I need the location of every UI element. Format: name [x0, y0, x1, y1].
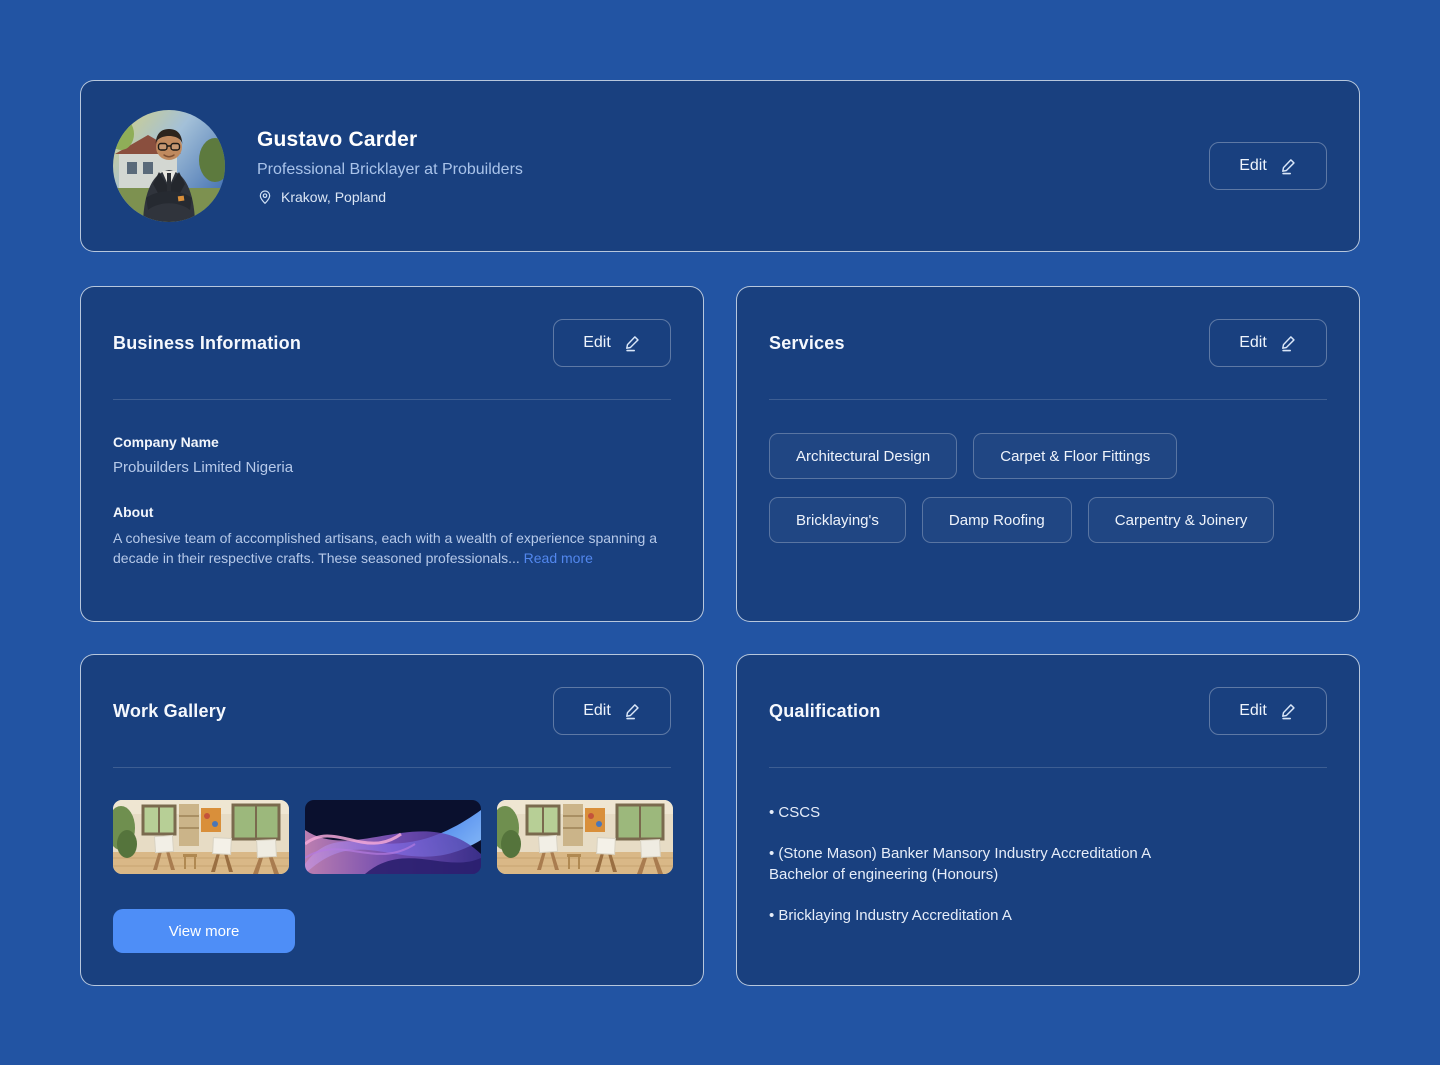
services-title: Services	[769, 332, 845, 353]
services-card: Services Edit Architectural Design Carpe…	[736, 286, 1360, 622]
profile-page: Gustavo Carder Professional Bricklayer a…	[80, 0, 1360, 986]
profile-edit-button[interactable]: Edit	[1209, 142, 1327, 190]
company-name-value: Probuilders Limited Nigeria	[113, 459, 294, 476]
service-tag: Carpet & Floor Fittings	[973, 433, 1178, 479]
business-info-edit-label: Edit	[583, 334, 611, 351]
business-info-card: Business Information Edit Company Name P…	[80, 286, 704, 622]
qualification-item-text: Bachelor of engineering (Honours)	[769, 866, 999, 883]
profile-name: Gustavo Carder	[257, 127, 418, 151]
profile-headline: Professional Bricklayer at Probuilders	[257, 160, 523, 178]
pencil-icon	[1281, 336, 1295, 352]
service-tags: Architectural Design Carpet & Floor Fitt…	[769, 433, 1327, 543]
business-info-header: Business Information Edit	[113, 319, 671, 367]
services-edit-label: Edit	[1239, 334, 1267, 351]
profile-edit-label: Edit	[1239, 157, 1267, 174]
profile-header-card: Gustavo Carder Professional Bricklayer a…	[80, 80, 1360, 252]
divider	[769, 399, 1327, 400]
work-gallery-card: Work Gallery Edit View more	[80, 654, 704, 986]
qualification-header: Qualification Edit	[769, 687, 1327, 735]
services-edit-button[interactable]: Edit	[1209, 319, 1327, 367]
art-studio-photo	[497, 800, 673, 874]
qualification-item-text: (Stone Mason) Banker Mansory Industry Ac…	[769, 843, 1327, 864]
gallery-thumbnails	[113, 800, 673, 874]
qualification-edit-button[interactable]: Edit	[1209, 687, 1327, 735]
about-label: About	[113, 504, 154, 520]
business-info-title: Business Information	[113, 332, 302, 353]
work-gallery-edit-button[interactable]: Edit	[553, 687, 671, 735]
service-tag: Architectural Design	[769, 433, 958, 479]
work-gallery-title: Work Gallery	[113, 700, 227, 721]
qualification-title: Qualification	[769, 700, 881, 721]
business-info-edit-button[interactable]: Edit	[553, 319, 671, 367]
qualification-item-text: CSCS	[769, 802, 1327, 823]
qualification-edit-label: Edit	[1239, 702, 1267, 719]
cards-grid: Business Information Edit Company Name P…	[80, 286, 1360, 986]
man-in-suit-portrait	[113, 110, 225, 222]
service-tag: Carpentry & Joinery	[1087, 497, 1275, 543]
divider	[113, 767, 671, 768]
qualification-card: Qualification Edit CSCS (Stone Mason) Ba…	[736, 654, 1360, 986]
pencil-icon	[625, 704, 639, 720]
qualification-item-text: Bricklaying Industry Accreditation A	[769, 905, 1327, 926]
qualification-item: Bricklaying Industry Accreditation A	[769, 905, 1327, 926]
qualification-item: CSCS	[769, 802, 1327, 823]
work-gallery-header: Work Gallery Edit	[113, 687, 671, 735]
avatar	[113, 110, 225, 222]
read-more-link[interactable]: Read more	[524, 550, 593, 566]
services-header: Services Edit	[769, 319, 1327, 367]
location-pin-icon	[259, 189, 271, 204]
profile-location-text: Krakow, Popland	[281, 188, 387, 205]
company-name-label: Company Name	[113, 434, 219, 450]
abstract-blue-waves-graphic	[305, 800, 481, 874]
profile-location: Krakow, Popland	[257, 189, 1209, 205]
service-tag: Bricklaying's	[769, 497, 906, 543]
work-gallery-edit-label: Edit	[583, 702, 611, 719]
about-text: A cohesive team of accomplished artisans…	[113, 528, 671, 568]
qualification-list: CSCS (Stone Mason) Banker Mansory Indust…	[769, 802, 1327, 926]
view-more-button[interactable]: View more	[113, 909, 295, 953]
gallery-thumbnail-abstract-waves[interactable]	[305, 800, 481, 874]
pencil-icon	[625, 336, 639, 352]
pencil-icon	[1281, 704, 1295, 720]
qualification-item: (Stone Mason) Banker Mansory Industry Ac…	[769, 843, 1327, 885]
art-studio-photo	[113, 800, 289, 874]
gallery-thumbnail-art-studio[interactable]	[497, 800, 673, 874]
service-tag: Damp Roofing	[921, 497, 1072, 543]
profile-info: Gustavo Carder Professional Bricklayer a…	[257, 128, 1209, 205]
pencil-icon	[1281, 159, 1295, 175]
divider	[769, 767, 1327, 768]
gallery-thumbnail-art-studio[interactable]	[113, 800, 289, 874]
divider	[113, 399, 671, 400]
